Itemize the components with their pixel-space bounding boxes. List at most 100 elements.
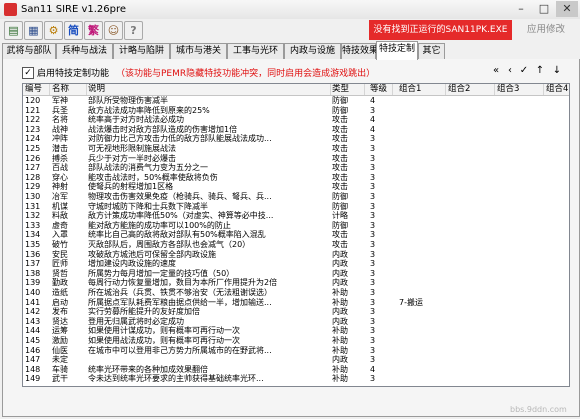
cell-combo2 — [446, 317, 494, 326]
cell-desc: 守城时城防下降和士兵数下降减半 — [88, 201, 208, 211]
cell-level: 3 — [370, 134, 376, 144]
table-header: 编号 名称 说明 类型 等级 组合1 组合2 组合3 组合4 — [23, 84, 569, 96]
cell-id: 126 — [25, 153, 41, 163]
enable-checkbox[interactable]: ✓ — [22, 67, 34, 79]
cell-level: 3 — [370, 307, 376, 317]
table-row[interactable]: 128 穿心 能攻击战法时，50%概率使敌将负伤 攻击 3 — [23, 173, 569, 182]
table-row[interactable]: 135 破竹 灭敌部队后，周围敌方各部队也会减气（20） 攻击 3 — [23, 240, 569, 249]
sheet-icon[interactable]: ▦ — [24, 21, 43, 40]
settings-icon[interactable]: ⚙ — [44, 21, 63, 40]
first-icon[interactable]: « — [489, 63, 503, 78]
table-row[interactable]: 134 入罩 统率比自己高的敌将敌对部队有50%概率陷入混乱 攻击 3 — [23, 230, 569, 239]
table-row[interactable]: 140 造纸 所在城治兵（兵贯、铁贯不够治安（无法粗谢误选） 补助 3 — [23, 288, 569, 297]
header-combo4[interactable]: 组合4 — [544, 84, 569, 95]
cell-name: 贤哲 — [52, 268, 68, 278]
table-row[interactable]: 133 虚奇 能对敌方能施的成功率可以100%的防止 防御 3 — [23, 221, 569, 230]
skill-table[interactable]: 编号 名称 说明 类型 等级 组合1 组合2 组合3 组合4 120 军神 部队所受物理伤害减半 防御… — [22, 83, 570, 387]
apply-button[interactable]: 应用修改 — [517, 20, 575, 40]
header-combo3[interactable]: 组合3 — [495, 84, 544, 95]
table-row[interactable]: 125 潜击 可无视地形限制施展战法 攻击 3 — [23, 144, 569, 153]
close-button[interactable]: ✕ — [556, 1, 578, 17]
help-icon[interactable]: ? — [124, 21, 143, 40]
cell-combo4 — [544, 144, 569, 153]
tab-works[interactable]: 工事与光环 — [227, 43, 284, 59]
table-row[interactable]: 139 勤政 每周行动力恢复量增加，数目为本所厂作用提升为2倍 内政 3 — [23, 278, 569, 287]
tab-cities[interactable]: 城市与港关 — [170, 43, 227, 59]
open-file-icon[interactable]: ▤ — [4, 21, 23, 40]
table-row[interactable]: 138 贤哲 所属势力每月增加一定量的技巧值（50） 内政 3 — [23, 269, 569, 278]
header-level[interactable]: 等级 — [368, 84, 393, 95]
prev-icon[interactable]: ‹ — [503, 63, 517, 78]
move-up-icon[interactable]: ↑ — [533, 63, 547, 78]
table-row[interactable]: 149 武干 令未达到统率光环要求的主帅获得基础统率光环... 补助 3 — [23, 374, 569, 383]
cell-name: 冶军 — [52, 192, 68, 201]
tab-troops[interactable]: 兵种与战法 — [56, 43, 113, 59]
cell-name: 搏杀 — [52, 153, 68, 163]
cell-type: 防御 — [332, 96, 348, 105]
cell-type: 攻击 — [332, 240, 348, 249]
character-icon[interactable]: ☺ — [104, 21, 123, 40]
cell-type: 防御 — [332, 192, 348, 201]
cell-level: 3 — [370, 230, 376, 240]
header-name[interactable]: 名称 — [50, 84, 87, 95]
table-row[interactable]: 126 搏杀 兵少于对方一半时必爆击 攻击 3 — [23, 154, 569, 163]
table-row[interactable]: 124 冲阵 对防御力比己方攻击力低的敌方部队能展战法成功... 攻击 3 — [23, 134, 569, 143]
cell-combo1 — [397, 125, 445, 134]
table-row[interactable]: 148 车骑 统率光环带来的各种加成效果翻倍 补助 4 — [23, 365, 569, 374]
cell-combo3 — [495, 250, 543, 259]
table-row[interactable]: 120 军神 部队所受物理伤害减半 防御 4 — [23, 96, 569, 105]
cell-combo4 — [544, 192, 569, 201]
cell-combo3 — [495, 278, 543, 287]
cell-name: 穿心 — [52, 172, 68, 182]
table-row[interactable]: 142 发布 实行劳募所能提升的友好度加倍 内政 3 — [23, 307, 569, 316]
header-type[interactable]: 类型 — [330, 84, 365, 95]
cell-level: 4 — [370, 96, 376, 105]
cell-combo1 — [397, 374, 445, 383]
table-row[interactable]: 132 料敌 敌方计策成功率降低50%（对虚实、神算等必中技... 计略 3 — [23, 211, 569, 220]
table-row[interactable]: 122 名将 统率高于对方时战法必成功 攻击 4 — [23, 115, 569, 124]
maximize-button[interactable]: □ — [533, 1, 555, 17]
table-row[interactable]: 137 匠师 增加建设内政设施的速度 内政 3 — [23, 259, 569, 268]
cell-combo3 — [495, 154, 543, 163]
table-row[interactable]: 144 运筹 如果使用计谋成功，则有概率可再行动一次 补助 3 — [23, 326, 569, 335]
cell-level: 3 — [370, 249, 376, 259]
cell-id: 125 — [25, 144, 41, 153]
cell-combo2 — [446, 192, 494, 201]
table-row[interactable]: 129 神射 使弩兵的射程增加1区格 攻击 3 — [23, 182, 569, 191]
header-combo1[interactable]: 组合1 — [397, 84, 446, 95]
table-row[interactable]: 136 安民 攻破敌方城池后可保留全部内政设施 内政 3 — [23, 250, 569, 259]
cell-combo4 — [544, 259, 569, 268]
cell-combo1 — [397, 355, 445, 364]
simplified-icon[interactable]: 简 — [64, 21, 83, 40]
table-row[interactable]: 123 战神 战法爆击时对敌方部队造成的伤害增加1倍 攻击 4 — [23, 125, 569, 134]
cell-combo4 — [544, 288, 569, 297]
header-desc[interactable]: 说明 — [86, 84, 331, 95]
header-id[interactable]: 编号 — [23, 84, 50, 95]
move-down-icon[interactable]: ↓ — [550, 63, 564, 78]
table-row[interactable]: 145 激励 如果使用战法成功，则有概率可再行动一次 补助 3 — [23, 336, 569, 345]
cell-combo4 — [544, 173, 569, 182]
cell-desc: 部队所受物理伤害减半 — [88, 96, 168, 105]
table-row[interactable]: 131 机谋 守城时城防下降和士兵数下降减半 防御 3 — [23, 202, 569, 211]
check-icon[interactable]: ✓ — [517, 63, 531, 78]
tab-skill-effects[interactable]: 特技效果 — [341, 43, 378, 59]
table-row[interactable]: 147 未定 内政 3 — [23, 355, 569, 364]
table-row[interactable]: 146 仙医 在城市中可以登用非己方势力所属城市的在野武将... 补助 3 — [23, 346, 569, 355]
cell-combo4 — [544, 182, 569, 191]
cell-combo1 — [397, 230, 445, 239]
table-row[interactable]: 143 贤达 登用无归属武将时必定成功 内政 3 — [23, 317, 569, 326]
table-row[interactable]: 121 兵圣 敌方战法成功率降低到原来的25% 防御 3 — [23, 106, 569, 115]
cell-type: 攻击 — [332, 144, 348, 153]
tab-domestic[interactable]: 内政与设施 — [284, 43, 341, 59]
tab-other[interactable]: 其它 — [418, 43, 445, 59]
table-row[interactable]: 130 冶军 物理攻击伤害效果免疫（枪骑兵、骑兵、弩兵、兵... 防御 3 — [23, 192, 569, 201]
tab-skill-custom[interactable]: 特技定制 — [376, 41, 418, 60]
minimize-button[interactable]: – — [510, 1, 532, 17]
table-row[interactable]: 141 启动 所属据点军队耗费军粮由据点供给一半，增加输送... 补助 3 7-搬运 — [23, 298, 569, 307]
traditional-icon[interactable]: 繁 — [84, 21, 103, 40]
cell-type: 补助 — [332, 374, 348, 384]
header-combo2[interactable]: 组合2 — [446, 84, 495, 95]
table-row[interactable]: 127 百战 部队战法的消费气力变为五分之一 攻击 3 — [23, 163, 569, 172]
tab-officers[interactable]: 武将与部队 — [2, 43, 56, 59]
tab-strategy[interactable]: 计略与陷阱 — [113, 43, 170, 59]
